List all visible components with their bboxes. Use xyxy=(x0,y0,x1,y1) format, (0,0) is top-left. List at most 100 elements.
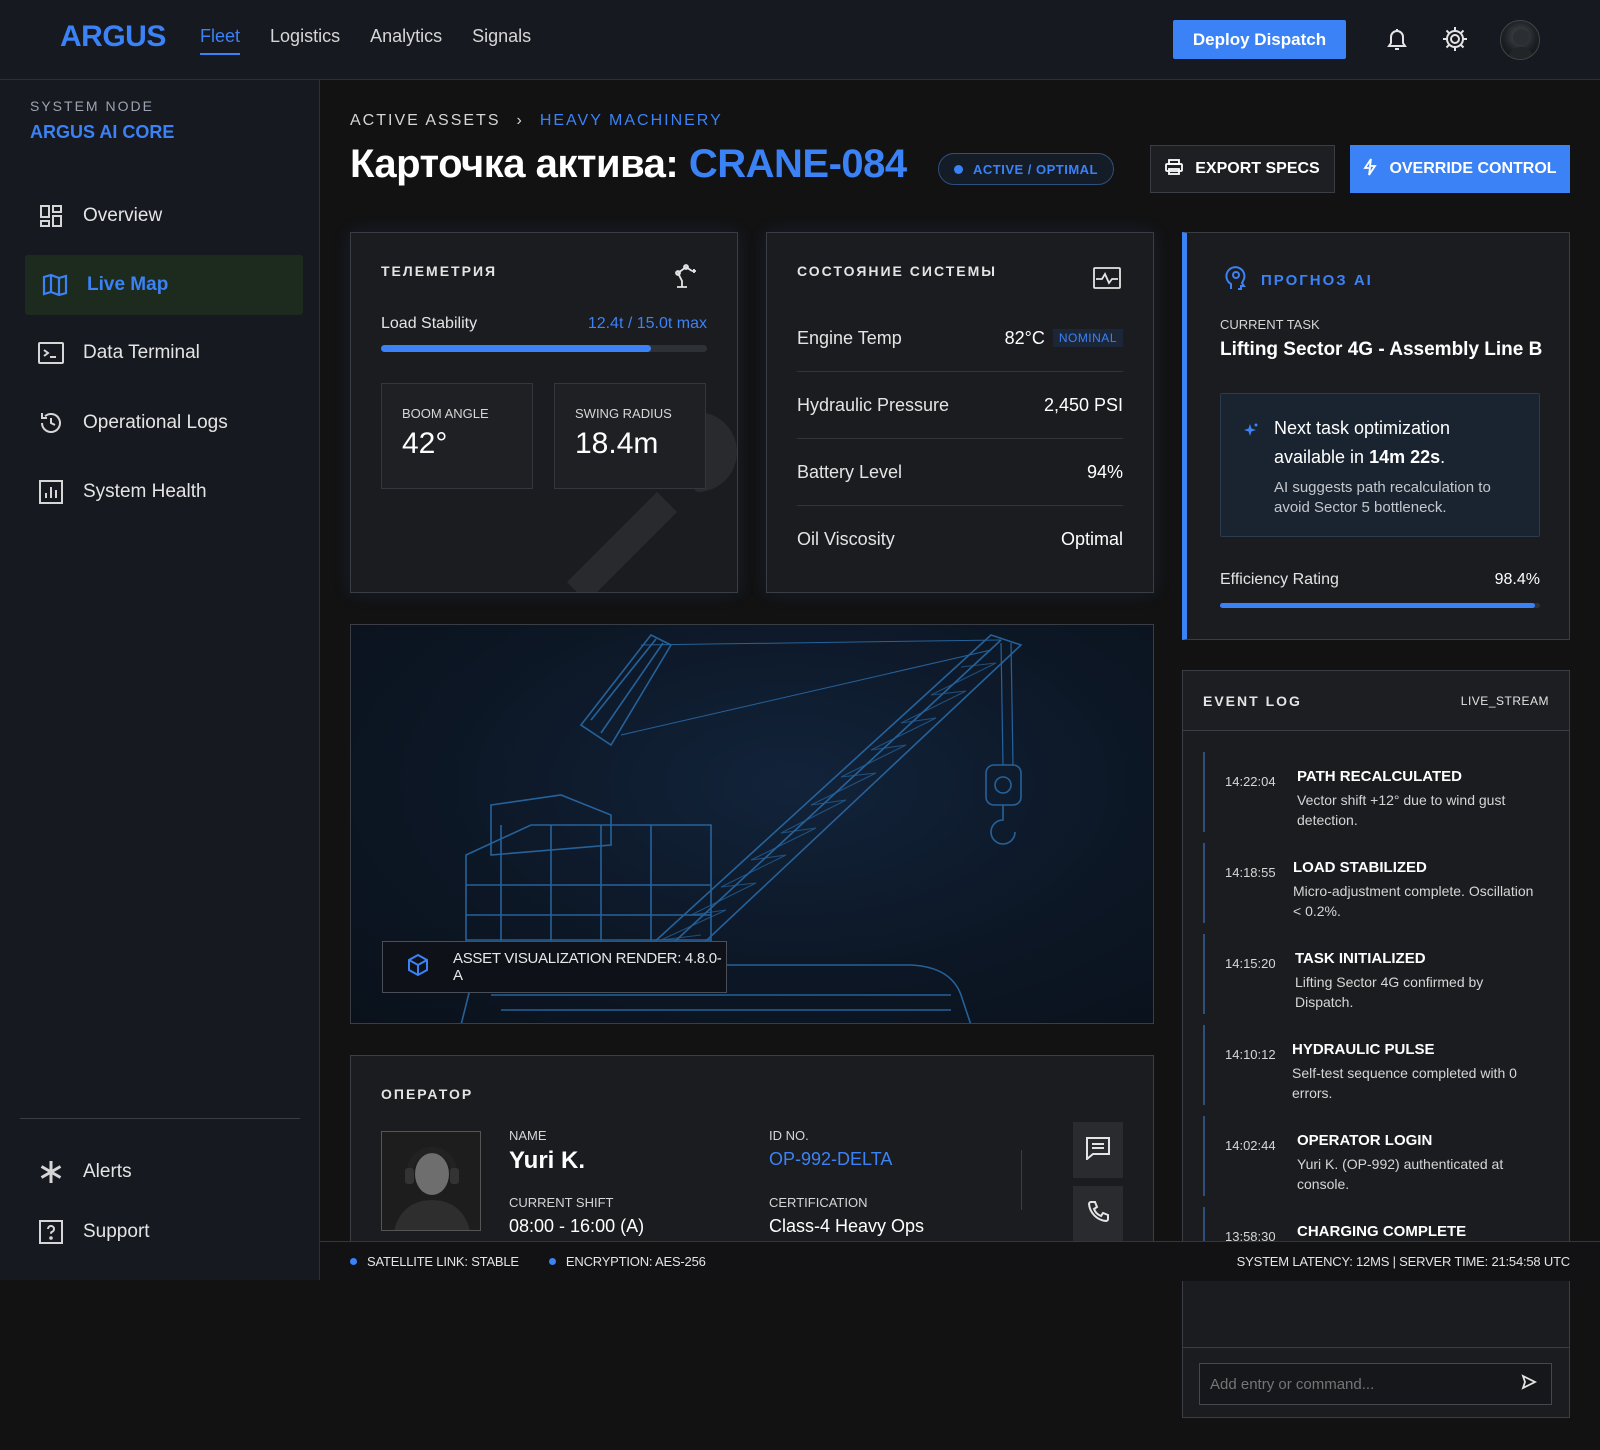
printer-icon xyxy=(1165,158,1184,180)
ai-forecast-title: ПРОГНОЗ AI xyxy=(1261,271,1373,289)
status-text: ACTIVE / OPTIMAL xyxy=(973,161,1098,177)
system-node-name: ARGUS AI CORE xyxy=(30,122,175,142)
event-log-panel: EVENT LOG LIVE_STREAM 14:22:04 PATH RECA… xyxy=(1182,670,1570,1418)
battery-level-row: Battery Level 94% xyxy=(797,439,1123,506)
send-icon[interactable] xyxy=(1521,1374,1538,1395)
swing-radius-tile: SWING RADIUS 18.4m xyxy=(554,383,706,489)
nav-link-fleet[interactable]: Fleet xyxy=(200,26,241,55)
ai-suggestion-box: Next task optimization available in 14m … xyxy=(1220,393,1540,537)
page-title: Карточка актива: CRANE-084 xyxy=(350,142,907,187)
event-time: 14:22:04 xyxy=(1225,774,1276,789)
system-state-title: СОСТОЯНИЕ СИСТЕМЫ xyxy=(797,263,997,279)
sidebar-item-data-terminal[interactable]: Data Terminal xyxy=(25,323,303,383)
event-item: 14:02:44 OPERATOR LOGIN Yuri K. (OP-992)… xyxy=(1203,1116,1548,1196)
status-dot-icon xyxy=(548,1258,556,1265)
sidebar-item-label: Alerts xyxy=(83,1161,132,1182)
oil-viscosity-label: Oil Viscosity xyxy=(797,529,895,549)
event-log-header: EVENT LOG LIVE_STREAM xyxy=(1183,671,1569,731)
event-title: TASK INITIALIZED xyxy=(1295,950,1426,967)
sidebar-item-operational-logs[interactable]: Operational Logs xyxy=(25,393,303,453)
event-desc: Self-test sequence completed with 0 erro… xyxy=(1292,1065,1517,1101)
event-title: OPERATOR LOGIN xyxy=(1297,1132,1433,1149)
status-dot-icon xyxy=(954,164,963,174)
sidebar-item-overview[interactable]: Overview xyxy=(25,186,303,246)
telemetry-card: ТЕЛЕМЕТРИЯ Load Stability 12.4t / 15.0t … xyxy=(350,232,738,593)
live-stream-label: LIVE_STREAM xyxy=(1460,693,1549,708)
sidebar-item-live-map[interactable]: Live Map xyxy=(25,255,303,315)
chart-icon xyxy=(37,478,65,506)
engine-temp-label: Engine Temp xyxy=(797,327,902,348)
event-time: 14:10:12 xyxy=(1225,1047,1276,1062)
export-specs-button[interactable]: EXPORT SPECS xyxy=(1150,145,1335,193)
breadcrumb: ACTIVE ASSETS › HEAVY MACHINERY xyxy=(350,112,723,130)
bell-icon[interactable] xyxy=(1382,24,1412,54)
override-control-button[interactable]: OVERRIDE CONTROL xyxy=(1350,145,1570,193)
page-title-prefix: Карточка актива: xyxy=(350,142,679,186)
gear-icon[interactable] xyxy=(1440,24,1470,54)
operator-title: ОПЕРАТОР xyxy=(381,1086,474,1102)
phone-icon xyxy=(1086,1200,1110,1229)
nav-link-analytics[interactable]: Analytics xyxy=(370,26,442,55)
message-operator-button[interactable] xyxy=(1073,1122,1123,1178)
operator-cert-field: CERTIFICATION Class-4 Heavy Ops xyxy=(769,1195,924,1237)
sidebar-item-support[interactable]: Support xyxy=(25,1202,303,1262)
status-dot-icon xyxy=(350,1258,357,1265)
history-icon xyxy=(37,409,65,437)
override-control-label: OVERRIDE CONTROL xyxy=(1389,160,1557,177)
operator-shift-label: CURRENT SHIFT xyxy=(509,1195,614,1210)
sidebar-item-label: Operational Logs xyxy=(83,412,228,433)
operator-name: Yuri K. xyxy=(509,1147,586,1174)
nav-link-logistics[interactable]: Logistics xyxy=(270,26,340,55)
ai-suggestion-text: AI suggests path recalculation to avoid … xyxy=(1274,479,1491,516)
satellite-status: SATELLITE LINK: STABLE xyxy=(350,1254,519,1269)
event-desc: Vector shift +12° due to wind gust detec… xyxy=(1297,792,1506,828)
terminal-icon xyxy=(37,339,65,367)
event-title: PATH RECALCULATED xyxy=(1297,768,1462,785)
status-badge: ACTIVE / OPTIMAL xyxy=(938,153,1114,185)
app-logo[interactable]: ARGUS xyxy=(60,20,166,54)
asset-code: CRANE-084 xyxy=(688,142,907,186)
call-operator-button[interactable] xyxy=(1073,1186,1123,1242)
event-title: CHARGING COMPLETE xyxy=(1297,1223,1467,1240)
operator-cert-label: CERTIFICATION xyxy=(769,1195,868,1210)
event-log-input-area xyxy=(1183,1347,1569,1417)
user-avatar[interactable] xyxy=(1500,20,1540,60)
operator-id-field: ID NO. OP-992-DELTA xyxy=(769,1128,892,1170)
sparkle-icon xyxy=(1241,422,1259,445)
command-input[interactable] xyxy=(1199,1363,1552,1405)
sidebar-item-label: Support xyxy=(83,1221,150,1242)
breadcrumb-current: HEAVY MACHINERY xyxy=(539,112,723,129)
system-state-card: СОСТОЯНИЕ СИСТЕМЫ Engine Temp 82°C NOMINA… xyxy=(766,232,1154,593)
efficiency-row: Efficiency Rating 98.4% xyxy=(1220,571,1540,589)
event-title: HYDRAULIC PULSE xyxy=(1292,1041,1435,1058)
ai-brain-icon xyxy=(1223,265,1249,295)
sidebar-item-label: System Health xyxy=(83,481,207,502)
asset-render-panel: ASSET VISUALIZATION RENDER: 4.8.0-A xyxy=(350,624,1154,1024)
breadcrumb-item[interactable]: ACTIVE ASSETS xyxy=(350,112,500,130)
next-optimization-time: 14m 22s xyxy=(1369,447,1441,467)
event-log-title: EVENT LOG xyxy=(1203,692,1302,709)
battery-level-value: 94% xyxy=(1086,461,1123,482)
sidebar-item-alerts[interactable]: Alerts xyxy=(25,1142,303,1202)
engine-temp-row: Engine Temp 82°C NOMINAL xyxy=(797,305,1123,372)
load-stability-row: Load Stability 12.4t / 15.0t max xyxy=(381,315,707,333)
operator-id[interactable]: OP-992-DELTA xyxy=(769,1149,892,1170)
event-time: 14:15:20 xyxy=(1225,956,1276,971)
efficiency-label: Efficiency Rating xyxy=(1220,571,1339,588)
load-stability-fill xyxy=(381,345,651,352)
hydraulic-pressure-row: Hydraulic Pressure 2,450 PSI xyxy=(797,372,1123,439)
event-item: 14:10:12 HYDRAULIC PULSE Self-test seque… xyxy=(1203,1025,1548,1105)
ai-forecast-header: ПРОГНОЗ AI xyxy=(1223,265,1373,295)
operator-cert: Class-4 Heavy Ops xyxy=(769,1216,925,1236)
current-task-label: CURRENT TASK xyxy=(1220,317,1320,332)
event-log-list[interactable]: 14:22:04 PATH RECALCULATED Vector shift … xyxy=(1183,732,1569,1257)
system-node-label: SYSTEM NODE xyxy=(30,98,154,114)
deploy-dispatch-button[interactable]: Deploy Dispatch xyxy=(1173,20,1346,59)
operator-shift-field: CURRENT SHIFT 08:00 - 16:00 (A) xyxy=(509,1195,644,1237)
grid-icon xyxy=(37,202,65,230)
oil-viscosity-value: Optimal xyxy=(1060,529,1123,549)
sidebar-item-system-health[interactable]: System Health xyxy=(25,462,303,522)
event-desc: Micro-adjustment complete. Oscillation <… xyxy=(1293,883,1534,919)
nav-link-signals[interactable]: Signals xyxy=(472,26,531,55)
operator-card: ОПЕРАТОР NAME Yuri K. ID NO. OP-992-DELT… xyxy=(350,1055,1154,1255)
